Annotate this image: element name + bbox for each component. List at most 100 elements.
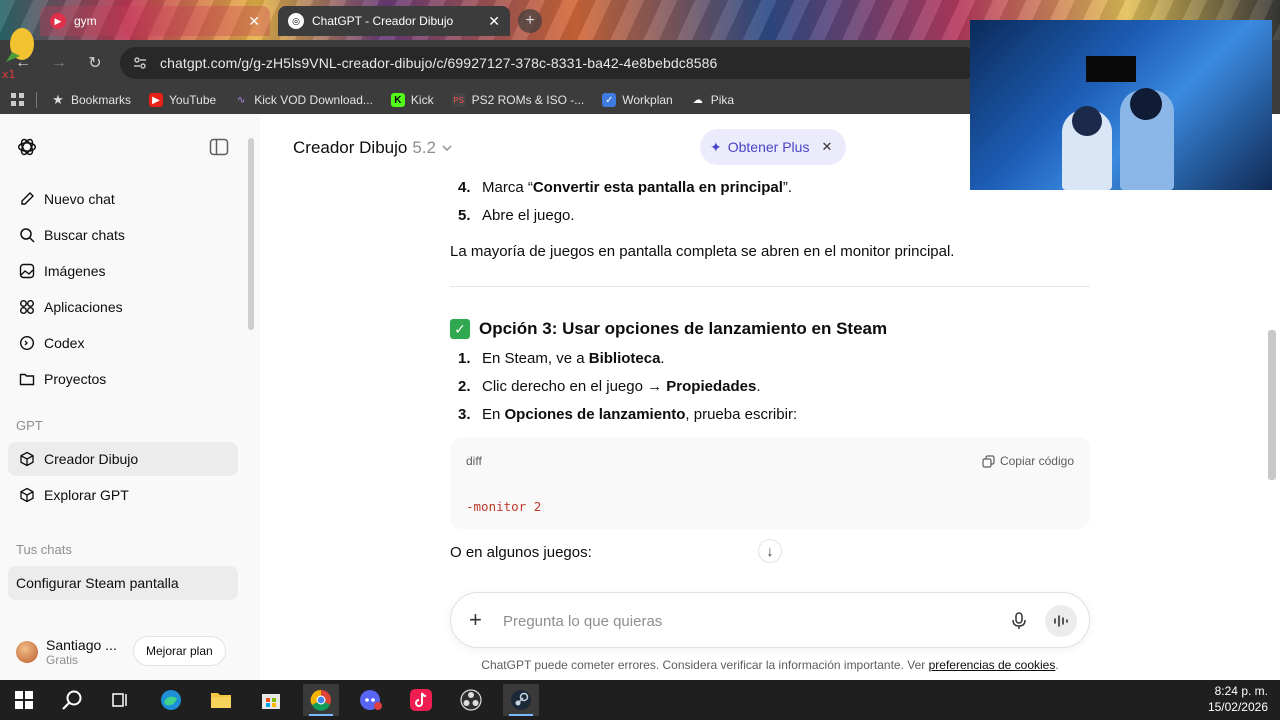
prompt-input[interactable]: [503, 607, 983, 635]
tab-chatgpt[interactable]: ◎ ChatGPT - Creador Dibujo ✕: [278, 6, 510, 36]
sidebar-item-search-chats[interactable]: Buscar chats: [8, 218, 238, 252]
upgrade-plan-button[interactable]: Mejorar plan: [133, 636, 226, 666]
folder-icon: [18, 370, 36, 388]
voice-mode-button[interactable]: [1045, 605, 1077, 637]
search-icon[interactable]: [54, 684, 90, 716]
youtube-favicon-icon: ▶: [50, 13, 66, 29]
chevron-down-icon: [442, 145, 452, 152]
copy-icon: [982, 454, 995, 468]
waveform-icon: [1054, 615, 1068, 627]
scroll-down-arrow-icon[interactable]: ↓: [758, 539, 782, 563]
bookmark-bookmarks[interactable]: ★ Bookmarks: [51, 92, 131, 107]
site-settings-icon[interactable]: [132, 55, 148, 71]
bookmark-pika[interactable]: ☁ Pika: [691, 93, 734, 107]
list-item: 3. En Opciones de lanzamiento, prueba es…: [458, 406, 798, 423]
get-plus-button[interactable]: ✦ Obtener Plus ✕: [700, 129, 847, 165]
bookmark-ps2-roms[interactable]: PS PS2 ROMs & ISO -...: [451, 93, 584, 107]
message-content: 4. Marca “Convertir esta pantalla en pri…: [450, 174, 1090, 567]
list-item: 5. Abre el juego.: [458, 207, 575, 224]
sidebar-item-explore-gpt[interactable]: Explorar GPT: [8, 478, 238, 512]
windows-start-icon[interactable]: [6, 684, 42, 716]
bookmark-kick[interactable]: K Kick: [390, 93, 434, 107]
apps-icon: [18, 298, 36, 316]
chat-item-configurar-steam[interactable]: Configurar Steam pantalla: [8, 566, 238, 600]
list-item: 2. Clic derecho en el juego → Propiedade…: [458, 378, 761, 395]
file-explorer-icon[interactable]: [203, 684, 239, 716]
chat-main: Creador Dibujo 5.2 ✦ Obtener Plus ✕ 4. M…: [260, 114, 1280, 680]
code-text: -monitor 2: [466, 499, 542, 514]
bookmarks-divider: [36, 92, 37, 108]
corn-sticker-icon: x1: [2, 28, 34, 80]
sidebar-scrollbar[interactable]: [248, 138, 254, 330]
cookie-preferences-link[interactable]: preferencias de cookies: [929, 658, 1056, 672]
svg-text:x1: x1: [2, 68, 16, 80]
user-plan: Gratis: [46, 653, 79, 667]
obs-icon[interactable]: [453, 684, 489, 716]
model-name: Creador Dibujo: [293, 138, 408, 157]
edit-icon: [18, 190, 36, 208]
bookmark-kick-vod[interactable]: ∿ Kick VOD Download...: [234, 93, 373, 107]
task-view-icon[interactable]: [102, 684, 138, 716]
model-selector[interactable]: Creador Dibujo 5.2: [293, 138, 454, 158]
apps-grid-icon[interactable]: [10, 92, 26, 108]
cube-icon: [18, 450, 36, 468]
clock-time: 8:24 p. m.: [1214, 684, 1268, 698]
image-icon: [18, 262, 36, 280]
webcam-overlay: [970, 20, 1272, 190]
section-heading: ✓ Opción 3: Usar opciones de lanzamiento…: [450, 315, 1090, 343]
user-name: Santiago ...: [46, 637, 117, 653]
tab-label: ChatGPT - Creador Dibujo: [312, 14, 454, 28]
user-menu[interactable]: Santiago ... Gratis Mejorar plan: [0, 624, 260, 680]
sidebar-item-creador-dibujo[interactable]: Creador Dibujo: [8, 442, 238, 476]
gpt-section-heading: GPT: [16, 418, 43, 433]
close-icon[interactable]: ✕: [248, 13, 260, 30]
sidebar-item-codex[interactable]: Codex: [8, 326, 238, 360]
chatgpt-favicon-icon: ◎: [288, 13, 304, 29]
tab-label: gym: [74, 14, 97, 28]
your-chats-heading: Tus chats: [16, 542, 72, 557]
kick-icon: K: [390, 93, 405, 107]
system-clock[interactable]: 8:24 p. m. 15/02/2026: [1208, 683, 1268, 715]
message-composer: +: [450, 592, 1090, 648]
close-icon[interactable]: ✕: [821, 139, 832, 155]
sidebar-item-apps[interactable]: Aplicaciones: [8, 290, 238, 324]
plus-icon[interactable]: +: [469, 607, 482, 633]
sidebar-toggle-icon[interactable]: [209, 138, 229, 156]
microphone-icon[interactable]: [1009, 611, 1029, 631]
tab-gym[interactable]: ▶ gym ✕: [40, 6, 270, 36]
clock-date: 15/02/2026: [1207, 700, 1268, 714]
wave-icon: ∿: [236, 94, 246, 106]
list-item: 1. En Steam, ve a Biblioteca.: [458, 350, 665, 367]
avatar[interactable]: [16, 641, 38, 663]
page-scrollbar[interactable]: [1268, 330, 1276, 480]
steam-icon[interactable]: [503, 684, 539, 716]
close-icon[interactable]: ✕: [488, 13, 500, 30]
bookmark-youtube[interactable]: ▶ YouTube: [149, 93, 216, 107]
sidebar-item-projects[interactable]: Proyectos: [8, 362, 238, 396]
model-version: 5.2: [412, 138, 436, 157]
url-text: chatgpt.com/g/g-zH5ls9VNL-creador-dibujo…: [160, 55, 718, 71]
codex-icon: [18, 334, 36, 352]
sidebar: Nuevo chat Buscar chats Imágenes Aplicac…: [0, 114, 260, 680]
chrome-icon[interactable]: [303, 684, 339, 716]
sidebar-item-new-chat[interactable]: Nuevo chat: [8, 182, 238, 216]
forward-icon[interactable]: →: [48, 52, 70, 74]
new-tab-button[interactable]: +: [518, 9, 542, 33]
microsoft-store-icon[interactable]: [253, 684, 289, 716]
edge-icon[interactable]: [153, 684, 189, 716]
ps2-icon: PS: [451, 93, 466, 107]
tiktok-icon[interactable]: [403, 684, 439, 716]
pika-icon: ☁: [692, 94, 703, 106]
workplan-icon: ✓: [602, 93, 617, 107]
sidebar-item-images[interactable]: Imágenes: [8, 254, 238, 288]
code-block: diff Copiar código -monitor 2: [450, 437, 1090, 529]
bookmark-workplan[interactable]: ✓ Workplan: [602, 93, 673, 107]
youtube-icon: ▶: [149, 93, 164, 107]
openai-logo-icon[interactable]: [16, 136, 38, 158]
code-language: diff: [466, 454, 482, 468]
reload-icon[interactable]: ↻: [84, 52, 106, 74]
copy-code-button[interactable]: Copiar código: [982, 447, 1074, 475]
url-bar[interactable]: chatgpt.com/g/g-zH5ls9VNL-creador-dibujo…: [120, 47, 980, 79]
discord-icon[interactable]: [353, 684, 389, 716]
check-mark-icon: ✓: [450, 319, 470, 339]
